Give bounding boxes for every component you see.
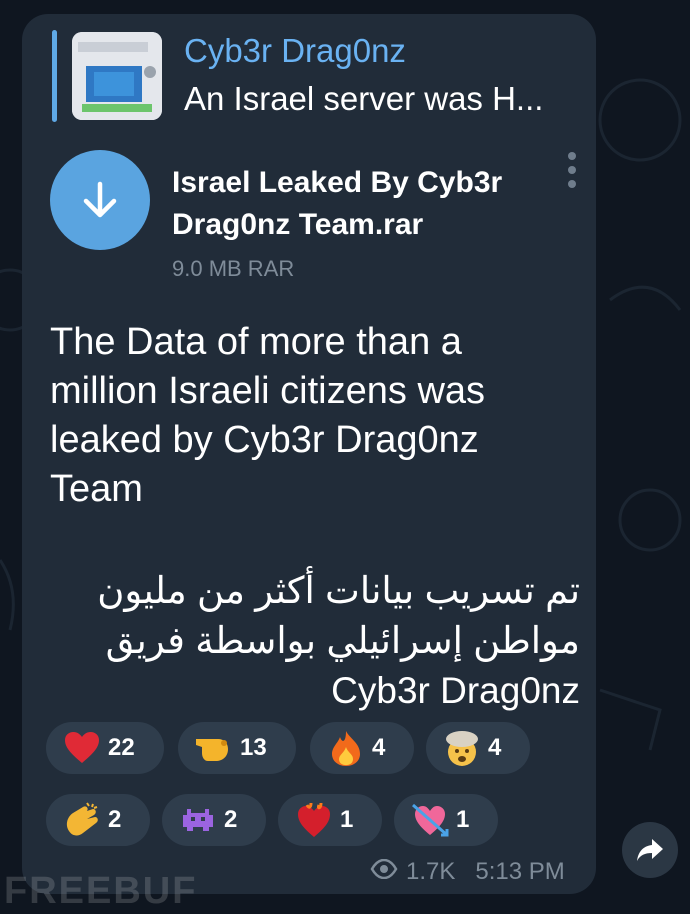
reply-sender-name: Cyb3r Drag0nz (184, 32, 406, 69)
file-name[interactable]: Israel Leaked By Cyb3r Drag0nz Team.rar (172, 162, 552, 246)
message-text-english: The Data of more than a million Israeli … (50, 321, 486, 510)
file-size-type: 9.0 MB RAR (172, 256, 295, 281)
message-text-arabic: تم تسريب بيانات أكثر من مليون مواطن إسرا… (60, 566, 580, 716)
download-button[interactable] (50, 150, 150, 250)
share-button[interactable] (622, 822, 678, 878)
reaction-count: 13 (240, 734, 267, 761)
reaction-count: 4 (488, 734, 502, 761)
message-footer: 1.7K 5:13 PM (370, 858, 565, 886)
reply-preview[interactable]: Cyb3r Drag0nz An Israel server was H... (52, 30, 572, 122)
views-eye-icon (370, 858, 398, 886)
reply-message-preview: An Israel server was H... (184, 80, 544, 117)
reply-thumbnail (72, 32, 162, 120)
share-arrow-icon (637, 839, 663, 861)
red-heart-icon (62, 728, 102, 768)
reaction-red-heart[interactable]: 22 (46, 722, 164, 774)
reaction-space-invader[interactable]: 2 (162, 794, 266, 846)
arabic-line-2: مواطن إسرائيلي بواسطة فريق (105, 620, 580, 661)
reaction-exploding-head[interactable]: 4 (426, 722, 530, 774)
message-time: 5:13 PM (475, 858, 565, 885)
reaction-count: 1 (340, 806, 354, 833)
fire-icon (326, 728, 366, 768)
reaction-count: 2 (108, 806, 122, 833)
arabic-line-1: تم تسريب بيانات أكثر من مليون (97, 570, 580, 611)
reaction-clapping-hands[interactable]: 2 (46, 794, 150, 846)
heart-with-arrow-icon (410, 800, 450, 840)
more-options-icon[interactable] (564, 152, 580, 196)
reaction-count: 1 (456, 806, 470, 833)
pointing-hand-icon (194, 728, 234, 768)
arabic-line-3: Cyb3r Drag0nz (331, 670, 580, 711)
download-arrow-icon (83, 181, 117, 218)
heart-on-fire-icon (294, 800, 334, 840)
exploding-head-icon (442, 728, 482, 768)
reaction-pointing-hand[interactable]: 13 (178, 722, 296, 774)
reaction-count: 4 (372, 734, 386, 761)
reaction-fire[interactable]: 4 (310, 722, 414, 774)
clapping-hands-icon (62, 800, 102, 840)
reaction-heart-on-fire[interactable]: 1 (278, 794, 382, 846)
reaction-count: 22 (108, 734, 135, 761)
space-invader-icon (178, 800, 218, 840)
reply-accent-bar (52, 30, 57, 122)
thumbnail-image-icon (72, 32, 162, 120)
reaction-heart-with-arrow[interactable]: 1 (394, 794, 498, 846)
watermark: FREEBUF (4, 870, 198, 912)
reaction-count: 2 (224, 806, 238, 833)
view-count: 1.7K (406, 858, 456, 885)
